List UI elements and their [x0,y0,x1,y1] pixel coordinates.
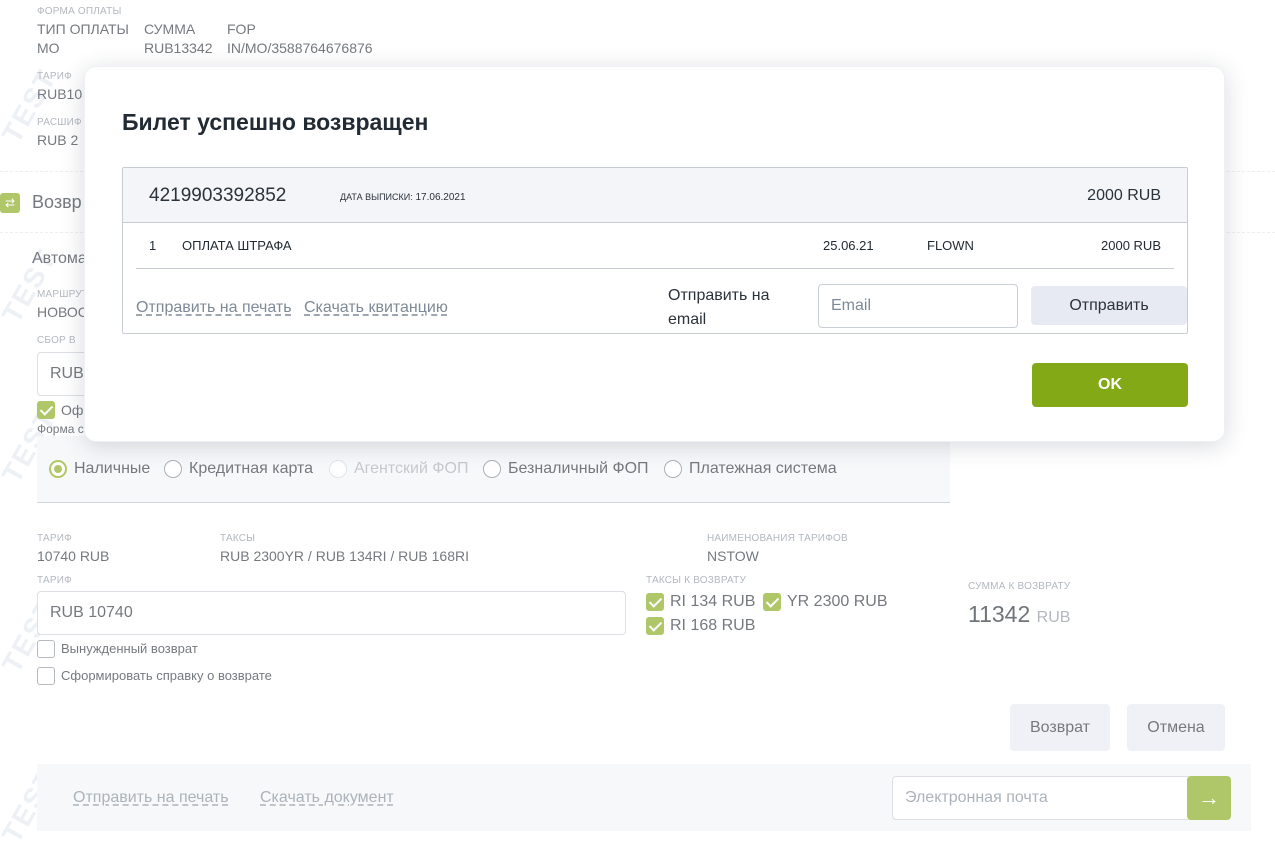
send-button[interactable]: Отправить [1031,286,1187,325]
ticket-number: 4219903392852 [149,185,287,206]
ticket-header: 4219903392852 ДАТА ВЫПИСКИ: 17.06.2021 2… [123,168,1187,223]
issue-date-label: ДАТА ВЫПИСКИ: [340,192,413,202]
row-name: ОПЛАТА ШТРАФА [182,238,292,253]
row-status: FLOWN [927,238,974,253]
issue-date: ДАТА ВЫПИСКИ: 17.06.2021 [340,192,466,203]
row-divider [136,268,1174,269]
send-email-label: Отправить на email [668,287,770,328]
row-index: 1 [149,238,157,253]
ticket-card: 4219903392852 ДАТА ВЫПИСКИ: 17.06.2021 2… [122,167,1188,334]
modal-email-input[interactable]: Email [818,284,1018,328]
modal-print-link[interactable]: Отправить на печать [136,299,292,317]
download-receipt-link[interactable]: Скачать квитанцию [304,299,448,317]
modal-title: Билет успешно возвращен [122,109,429,135]
issue-date-value: 17.06.2021 [415,192,466,203]
row-amount: 2000 RUB [1101,238,1161,253]
refund-success-modal: Билет успешно возвращен 4219903392852 ДА… [84,66,1225,442]
ok-button[interactable]: OK [1032,363,1188,407]
ticket-total: 2000 RUB [1087,187,1161,204]
row-date: 25.06.21 [823,238,874,253]
